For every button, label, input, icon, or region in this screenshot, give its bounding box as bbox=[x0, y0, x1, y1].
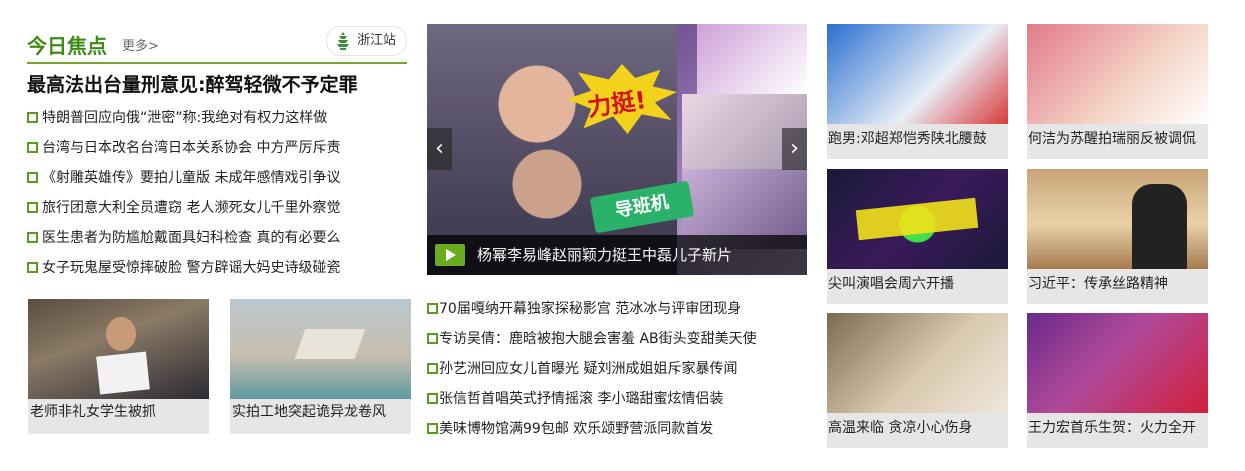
thumb-image bbox=[230, 299, 411, 399]
grid-image bbox=[827, 169, 1008, 269]
thumb-card[interactable]: 实拍工地突起诡异龙卷风 bbox=[230, 299, 411, 434]
news-link[interactable]: 张信哲首唱英式抒情摇滚 李小璐甜蜜炫情侣装 bbox=[439, 391, 723, 407]
grid-caption: 何洁为苏醒拍瑞丽反被调侃 bbox=[1028, 131, 1196, 147]
bullet-icon bbox=[427, 392, 438, 404]
news-link[interactable]: 《射雕英雄传》要拍儿童版 未成年感情戏引争议 bbox=[42, 170, 340, 186]
list-item: 台湾与日本改名台湾日本关系协会 中方严厉斥责 bbox=[27, 133, 407, 163]
thumb-image bbox=[28, 299, 209, 399]
news-link[interactable]: 医生患者为防尴尬戴面具妇科检查 真的有必要么 bbox=[42, 230, 340, 246]
play-icon[interactable] bbox=[435, 244, 465, 266]
news-link[interactable]: 专访吴倩：鹿晗被抱大腿会害羞 AB街头变甜美天使 bbox=[439, 331, 757, 347]
grid-image bbox=[1027, 24, 1208, 124]
station-label: 浙江站 bbox=[356, 33, 396, 48]
list-item: 医生患者为防尴尬戴面具妇科检查 真的有必要么 bbox=[27, 223, 407, 253]
bullet-icon bbox=[427, 332, 438, 344]
news-link[interactable]: 台湾与日本改名台湾日本关系协会 中方严厉斥责 bbox=[42, 140, 340, 156]
focus-news-list: 特朗普回应向俄“泄密”称:我绝对有权力这样做 台湾与日本改名台湾日本关系协会 中… bbox=[27, 103, 407, 283]
grid-card[interactable]: 习近平：传承丝路精神 bbox=[1027, 169, 1208, 304]
list-item: 《射雕英雄传》要拍儿童版 未成年感情戏引争议 bbox=[27, 163, 407, 193]
thumb-caption: 实拍工地突起诡异龙卷风 bbox=[232, 404, 386, 420]
news-link[interactable]: 美味博物馆满99包邮 欢乐颂野营派同款首发 bbox=[439, 421, 713, 437]
grid-image bbox=[827, 24, 1008, 124]
grid-image bbox=[1027, 313, 1208, 413]
news-link[interactable]: 特朗普回应向俄“泄密”称:我绝对有权力这样做 bbox=[42, 110, 327, 126]
grid-caption: 跑男:邓超郑恺秀陕北腰鼓 bbox=[828, 131, 987, 147]
carousel-caption[interactable]: 杨幂李易峰赵丽颖力挺王中磊儿子新片 bbox=[427, 235, 807, 275]
bullet-icon bbox=[27, 261, 38, 273]
grid-image bbox=[1027, 169, 1208, 269]
news-link[interactable]: 女子玩鬼屋受惊摔破脸 警方辟谣大妈史诗级碰瓷 bbox=[42, 260, 340, 276]
pagoda-icon bbox=[336, 32, 349, 50]
grid-card[interactable]: 尖叫演唱会周六开播 bbox=[827, 169, 1008, 304]
bullet-icon bbox=[27, 171, 38, 183]
thumb-caption: 老师非礼女学生被抓 bbox=[30, 404, 156, 420]
prev-arrow-icon[interactable]: ‹ bbox=[427, 128, 452, 170]
carousel-inset-image bbox=[697, 24, 807, 94]
grid-caption: 习近平：传承丝路精神 bbox=[1028, 276, 1168, 292]
bullet-icon bbox=[427, 422, 438, 434]
next-arrow-icon[interactable]: › bbox=[782, 128, 807, 170]
list-item: 张信哲首唱英式抒情摇滚 李小璐甜蜜炫情侣装 bbox=[427, 384, 812, 414]
mid-news-list: 70届嘎纳开幕独家探秘影宫 范冰冰与评审团现身 专访吴倩：鹿晗被抱大腿会害羞 A… bbox=[427, 294, 812, 444]
focus-title: 今日焦点 bbox=[27, 34, 107, 58]
news-link[interactable]: 旅行团意大利全员遭窃 老人濒死女儿千里外察觉 bbox=[42, 200, 340, 216]
thumb-card[interactable]: 老师非礼女学生被抓 bbox=[28, 299, 209, 434]
news-link[interactable]: 孙艺洲回应女儿首曝光 疑刘洲成姐姐斥家暴传闻 bbox=[439, 361, 737, 377]
featured-carousel[interactable]: 力挺! 导班机 ‹ › 杨幂李易峰赵丽颖力挺王中磊儿子新片 bbox=[427, 24, 807, 275]
list-item: 美味博物馆满99包邮 欢乐颂野营派同款首发 bbox=[427, 414, 812, 444]
list-item: 特朗普回应向俄“泄密”称:我绝对有权力这样做 bbox=[27, 103, 407, 133]
bullet-icon bbox=[27, 201, 38, 213]
bullet-icon bbox=[27, 231, 38, 243]
grid-card[interactable]: 王力宏首乐生贺：火力全开 bbox=[1027, 313, 1208, 448]
grid-card[interactable]: 何洁为苏醒拍瑞丽反被调侃 bbox=[1027, 24, 1208, 159]
bullet-icon bbox=[27, 111, 38, 123]
news-link[interactable]: 70届嘎纳开幕独家探秘影宫 范冰冰与评审团现身 bbox=[439, 301, 741, 317]
bullet-icon bbox=[427, 362, 438, 374]
grid-card[interactable]: 跑男:邓超郑恺秀陕北腰鼓 bbox=[827, 24, 1008, 159]
station-button[interactable]: 浙江站 bbox=[325, 26, 407, 56]
grid-image bbox=[827, 313, 1008, 413]
list-item: 70届嘎纳开幕独家探秘影宫 范冰冰与评审团现身 bbox=[427, 294, 812, 324]
carousel-caption-text: 杨幂李易峰赵丽颖力挺王中磊儿子新片 bbox=[477, 246, 733, 264]
bullet-icon bbox=[27, 141, 38, 153]
list-item: 旅行团意大利全员遭窃 老人濒死女儿千里外察觉 bbox=[27, 193, 407, 223]
list-item: 孙艺洲回应女儿首曝光 疑刘洲成姐姐斥家暴传闻 bbox=[427, 354, 812, 384]
grid-card[interactable]: 高温来临 贪凉小心伤身 bbox=[827, 313, 1008, 448]
list-item: 女子玩鬼屋受惊摔破脸 警方辟谣大妈史诗级碰瓷 bbox=[27, 253, 407, 283]
grid-caption: 尖叫演唱会周六开播 bbox=[828, 276, 954, 292]
list-item: 专访吴倩：鹿晗被抱大腿会害羞 AB街头变甜美天使 bbox=[427, 324, 812, 354]
grid-caption: 王力宏首乐生贺：火力全开 bbox=[1028, 420, 1196, 436]
focus-header: 今日焦点 更多> 浙江站 bbox=[27, 24, 407, 64]
grid-caption: 高温来临 贪凉小心伤身 bbox=[828, 420, 973, 436]
focus-section: 今日焦点 更多> 浙江站 最高法出台量刑意见:醉驾轻微不予定罪 特朗普回应向俄“… bbox=[27, 24, 407, 283]
more-link[interactable]: 更多> bbox=[122, 35, 159, 54]
bullet-icon bbox=[427, 302, 438, 314]
headline-link[interactable]: 最高法出台量刑意见:醉驾轻微不予定罪 bbox=[27, 70, 407, 97]
